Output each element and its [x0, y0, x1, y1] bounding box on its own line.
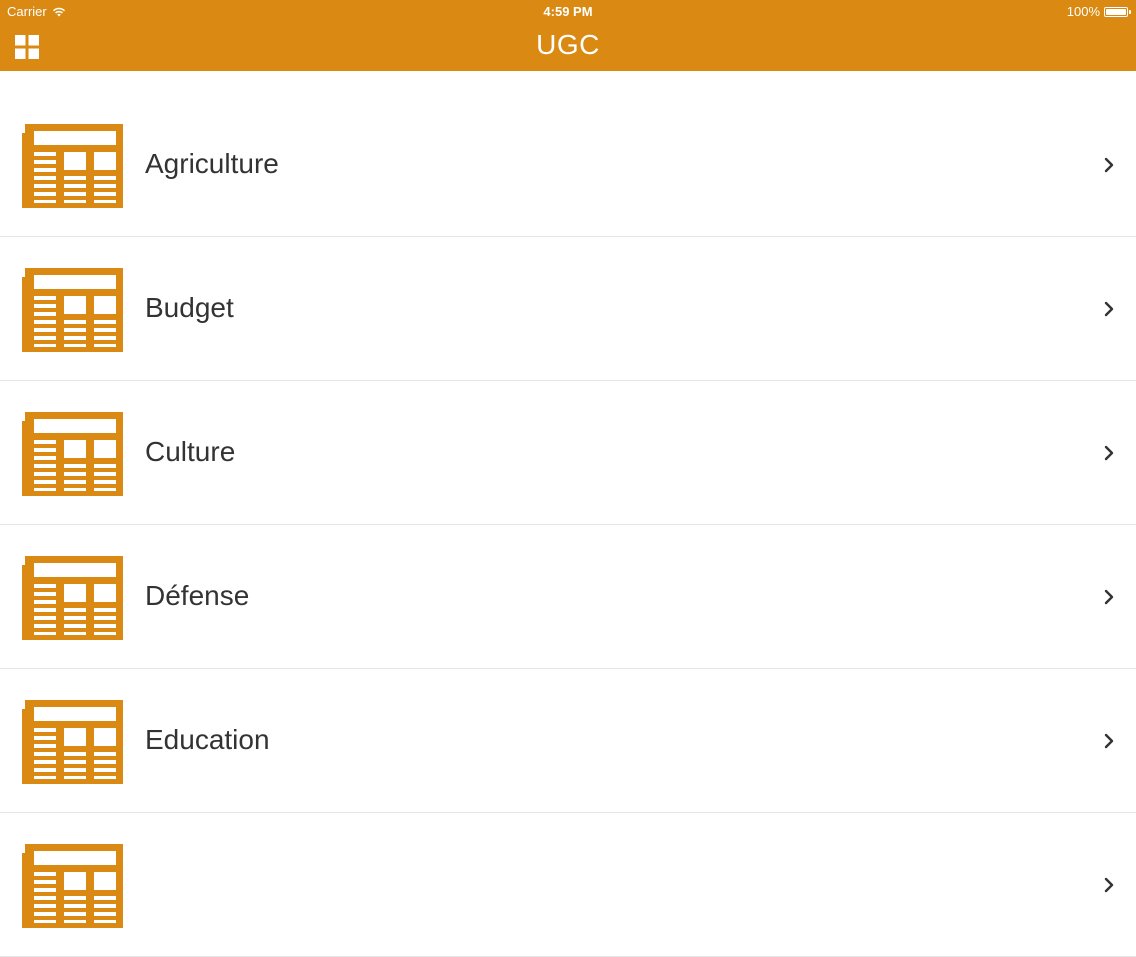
- chevron-right-icon: [1104, 301, 1114, 317]
- list-item-label: Défense: [145, 580, 250, 611]
- newspaper-icon: [22, 700, 123, 784]
- list-item-label: Budget: [145, 292, 234, 323]
- newspaper-icon: [22, 268, 123, 352]
- newspaper-icon: [22, 412, 123, 496]
- status-right: 100%: [1066, 4, 1131, 19]
- chevron-right-icon: [1104, 733, 1114, 749]
- chevron-right-icon: [1104, 877, 1114, 893]
- list-item-6[interactable]: [0, 813, 1136, 957]
- newspaper-icon: [22, 556, 123, 640]
- list-item-label: Culture: [145, 436, 236, 467]
- battery-fill: [1106, 8, 1126, 15]
- page-title: UGC: [536, 29, 600, 60]
- menu-button[interactable]: [15, 35, 39, 59]
- status-time: 4:59 PM: [543, 4, 593, 19]
- status-bar: Carrier 4:59 PM 100%: [0, 0, 1136, 24]
- list-item-1[interactable]: Agriculture: [0, 93, 1136, 237]
- grid-icon: [15, 35, 39, 59]
- battery-percent: 100%: [1066, 4, 1100, 19]
- nav-bar: UGC: [0, 24, 1136, 71]
- chevron-right-icon: [1104, 157, 1114, 173]
- newspaper-icon: [22, 844, 123, 928]
- category-list: Agriculture Budget Culture Défense Educa…: [0, 93, 1136, 957]
- newspaper-icon: [22, 124, 123, 208]
- chevron-right-icon: [1104, 589, 1114, 605]
- chevron-right-icon: [1104, 445, 1114, 461]
- list-item-label: Education: [145, 724, 270, 755]
- list-item-5[interactable]: Education: [0, 669, 1136, 813]
- list-item-2[interactable]: Budget: [0, 237, 1136, 381]
- list-item-label: Agriculture: [145, 148, 279, 179]
- list-item-3[interactable]: Culture: [0, 381, 1136, 525]
- header: Carrier 4:59 PM 100% UGC: [0, 0, 1136, 71]
- list-item-4[interactable]: Défense: [0, 525, 1136, 669]
- battery-icon: [1104, 6, 1131, 17]
